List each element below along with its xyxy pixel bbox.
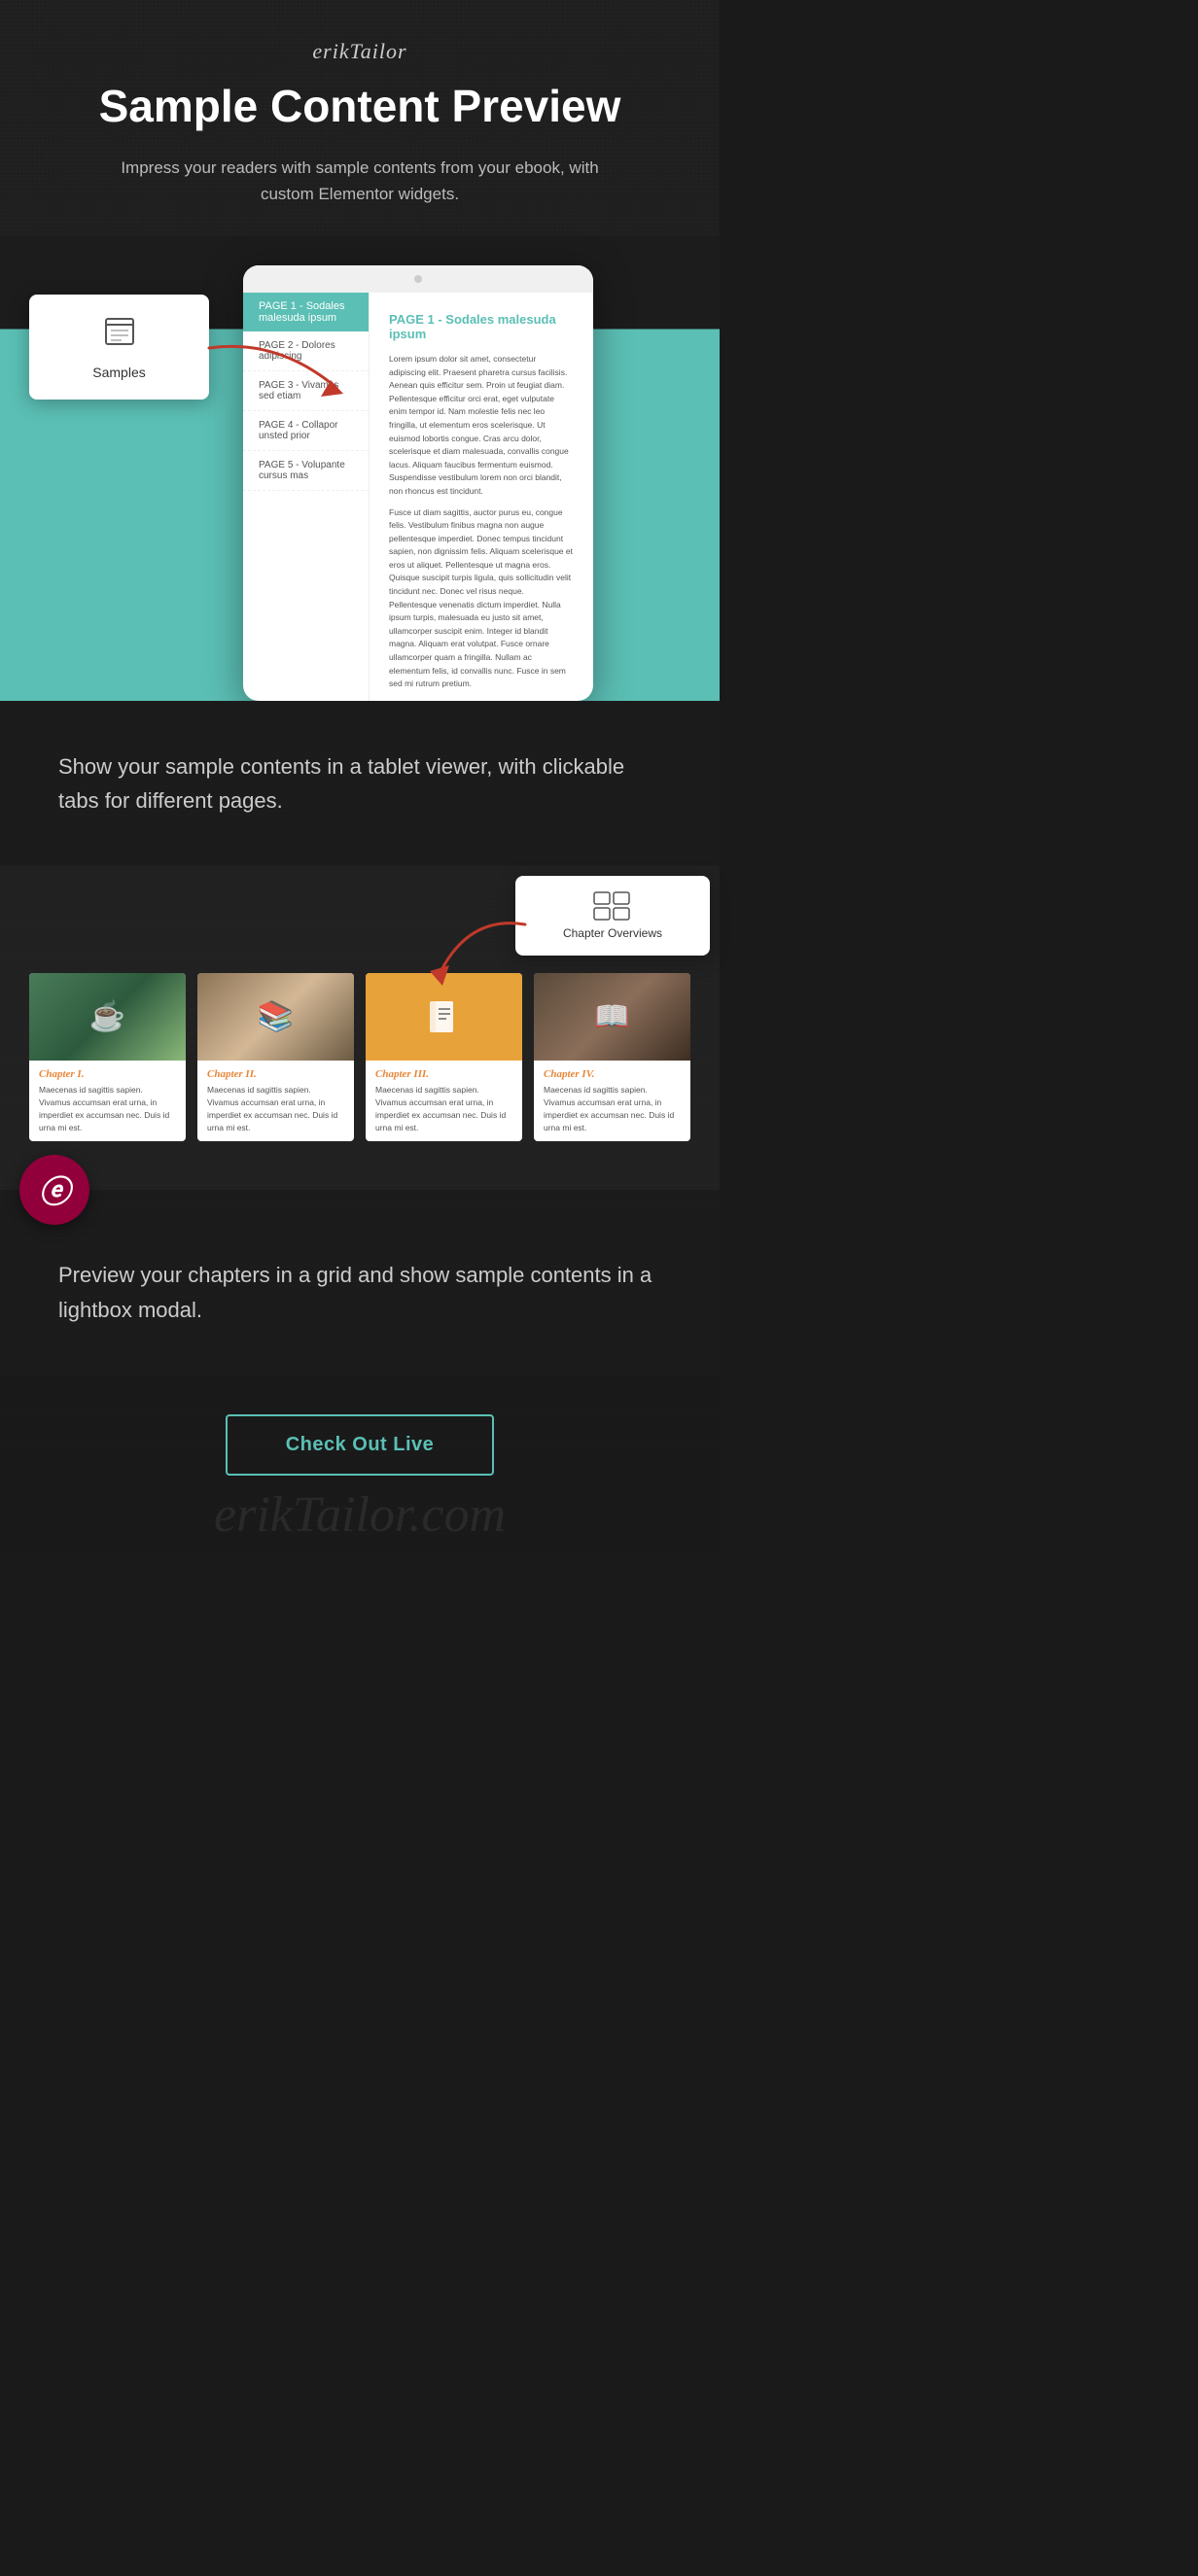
chapter-1-title: Chapter I. bbox=[39, 1068, 176, 1080]
chapter-overview-icon bbox=[539, 891, 687, 921]
tablet-list-item-5[interactable]: PAGE 5 - Volupante cursus mas bbox=[243, 451, 369, 491]
hero-section: erikTailor Sample Content Preview Impres… bbox=[0, 0, 720, 236]
chapter-card-2[interactable]: Chapter II. Maecenas id sagittis sapien.… bbox=[197, 973, 354, 1141]
chapter-card-1[interactable]: Chapter I. Maecenas id sagittis sapien. … bbox=[29, 973, 186, 1141]
description-2-text: Preview your chapters in a grid and show… bbox=[58, 1258, 661, 1326]
chapter-3-desc: Maecenas id sagittis sapien. Vivamus acc… bbox=[375, 1084, 512, 1133]
chapter-1-info: Chapter I. Maecenas id sagittis sapien. … bbox=[29, 1061, 186, 1141]
page-title: Sample Content Preview bbox=[19, 82, 700, 131]
chapter-4-title: Chapter IV. bbox=[544, 1068, 681, 1080]
cta-section: Check Out Live erikTailor.com bbox=[0, 1375, 720, 1553]
description-2-section: Preview your chapters in a grid and show… bbox=[0, 1190, 720, 1375]
hero-subtitle: Impress your readers with sample content… bbox=[107, 155, 613, 207]
samples-icon bbox=[53, 314, 185, 357]
tablet-content-title: PAGE 1 - Sodales malesuda ipsum bbox=[389, 312, 574, 341]
description-1-section: Show your sample contents in a tablet vi… bbox=[0, 701, 720, 866]
tablet-content-area: PAGE 1 - Sodales malesuda ipsum Lorem ip… bbox=[370, 293, 593, 701]
chapter-widget[interactable]: Chapter Overviews bbox=[515, 876, 710, 956]
chapter-2-image bbox=[197, 973, 354, 1061]
brand-logo: erikTailor bbox=[19, 39, 700, 64]
watermark: erikTailor.com bbox=[214, 1486, 506, 1544]
chapter-1-desc: Maecenas id sagittis sapien. Vivamus acc… bbox=[39, 1084, 176, 1133]
elementor-badge: ⓔ bbox=[19, 1155, 89, 1225]
tablet-main-content: PAGE 1 - Sodales malesuda ipsum Lorem ip… bbox=[370, 293, 593, 701]
chapter-1-image bbox=[29, 973, 186, 1061]
chapter-3-title: Chapter III. bbox=[375, 1068, 512, 1080]
chapter-4-desc: Maecenas id sagittis sapien. Vivamus acc… bbox=[544, 1084, 681, 1133]
tablet-device: PAGE 1 - Sodales malesuda ipsum PAGE 2 -… bbox=[243, 265, 593, 701]
chapter-4-image bbox=[534, 973, 690, 1061]
chapter-grid: Chapter I. Maecenas id sagittis sapien. … bbox=[19, 973, 700, 1141]
chapter-2-info: Chapter II. Maecenas id sagittis sapien.… bbox=[197, 1061, 354, 1141]
chapter-2-desc: Maecenas id sagittis sapien. Vivamus acc… bbox=[207, 1084, 344, 1133]
chapter-4-info: Chapter IV. Maecenas id sagittis sapien.… bbox=[534, 1061, 690, 1141]
arrow-1 bbox=[199, 333, 345, 411]
tablet-body-2: Fusce ut diam sagittis, auctor purus eu,… bbox=[389, 506, 574, 691]
tablet-nav-active[interactable]: PAGE 1 - Sodales malesuda ipsum bbox=[243, 293, 369, 331]
description-1-text: Show your sample contents in a tablet vi… bbox=[58, 749, 661, 818]
chapter-widget-label: Chapter Overviews bbox=[539, 926, 687, 940]
arrow-2 bbox=[413, 905, 540, 1002]
chapter-2-title: Chapter II. bbox=[207, 1068, 344, 1080]
tablet-preview-section: Samples PAGE 1 - Sodales malesuda ipsum … bbox=[0, 236, 720, 701]
elementor-icon: ⓔ bbox=[39, 1167, 70, 1212]
tablet-body-1: Lorem ipsum dolor sit amet, consectetur … bbox=[389, 353, 574, 499]
tablet-camera bbox=[414, 275, 422, 283]
samples-label: Samples bbox=[53, 365, 185, 380]
samples-widget[interactable]: Samples bbox=[29, 295, 209, 400]
chapter-card-4[interactable]: Chapter IV. Maecenas id sagittis sapien.… bbox=[534, 973, 690, 1141]
cta-button[interactable]: Check Out Live bbox=[226, 1414, 495, 1476]
tablet-top-bar bbox=[243, 265, 593, 293]
chapter-3-info: Chapter III. Maecenas id sagittis sapien… bbox=[366, 1061, 522, 1141]
tablet-list-item-4[interactable]: PAGE 4 - Collapor unsted prior bbox=[243, 411, 369, 451]
tablet-wrapper: Samples PAGE 1 - Sodales malesuda ipsum … bbox=[29, 265, 690, 701]
chapter-section: Chapter Overviews Chapter I. Maecenas id… bbox=[0, 866, 720, 1190]
